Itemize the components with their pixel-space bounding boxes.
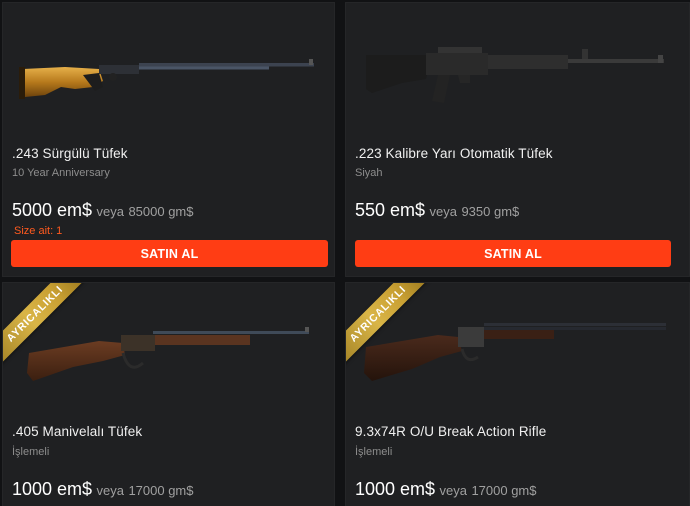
product-image[interactable] bbox=[3, 3, 334, 123]
price-gm: 17000 gm$ bbox=[471, 483, 537, 498]
price-separator: veya bbox=[439, 483, 467, 498]
product-card-405-lever-action[interactable]: AYRICALIKLI .405 Manivelalı Tüfek İşleme… bbox=[2, 282, 335, 506]
product-price: 1000 em$ veya 17000 gm$ bbox=[355, 479, 537, 500]
product-name: .223 Kalibre Yarı Otomatik Tüfek bbox=[355, 146, 553, 161]
price-gm: 85000 gm$ bbox=[128, 204, 194, 219]
product-variant: İşlemeli bbox=[12, 446, 50, 458]
price-separator: veya bbox=[429, 204, 457, 219]
price-em: 5000 em$ bbox=[12, 200, 93, 220]
owned-count: Size ait: 1 bbox=[14, 225, 63, 237]
product-card-223-semi-auto[interactable]: .223 Kalibre Yarı Otomatik Tüfek Siyah 5… bbox=[345, 2, 690, 277]
price-gm: 9350 gm$ bbox=[461, 204, 520, 219]
product-name: .405 Manivelalı Tüfek bbox=[12, 424, 143, 439]
price-em: 1000 em$ bbox=[12, 479, 93, 499]
product-name: .243 Sürgülü Tüfek bbox=[12, 146, 128, 161]
bolt-action-rifle-gold-icon bbox=[19, 59, 314, 99]
price-gm: 17000 gm$ bbox=[128, 483, 194, 498]
price-em: 550 em$ bbox=[355, 200, 426, 220]
product-image[interactable] bbox=[346, 3, 689, 123]
store-grid: .243 Sürgülü Tüfek 10 Year Anniversary 5… bbox=[0, 0, 690, 506]
product-variant: İşlemeli bbox=[355, 446, 393, 458]
buy-button[interactable]: SATIN AL bbox=[11, 240, 328, 267]
product-price: 1000 em$ veya 17000 gm$ bbox=[12, 479, 194, 500]
semi-auto-rifle-black-icon bbox=[366, 47, 664, 103]
product-variant: Siyah bbox=[355, 167, 383, 179]
price-separator: veya bbox=[96, 204, 124, 219]
product-card-243-bolt-rifle[interactable]: .243 Sürgülü Tüfek 10 Year Anniversary 5… bbox=[2, 2, 335, 277]
price-em: 1000 em$ bbox=[355, 479, 436, 499]
product-price: 550 em$ veya 9350 gm$ bbox=[355, 200, 519, 221]
product-variant: 10 Year Anniversary bbox=[12, 167, 110, 179]
product-card-93x74r-break-action[interactable]: AYRICALIKLI 9.3x74R O/U Break Action Rif… bbox=[345, 282, 690, 506]
buy-button[interactable]: SATIN AL bbox=[355, 240, 671, 267]
product-name: 9.3x74R O/U Break Action Rifle bbox=[355, 424, 547, 439]
product-price: 5000 em$ veya 85000 gm$ bbox=[12, 200, 194, 221]
price-separator: veya bbox=[96, 483, 124, 498]
